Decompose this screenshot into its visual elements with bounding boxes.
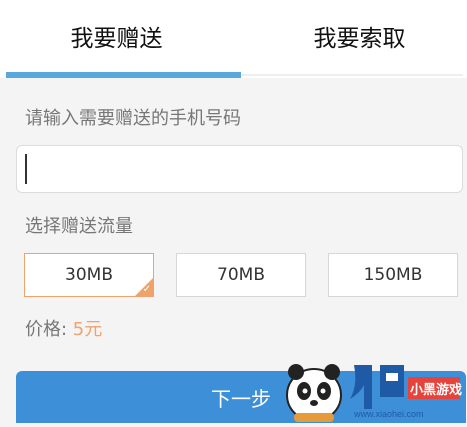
phone-label: 请输入需要赠送的手机号码	[25, 108, 241, 129]
tab-give-label: 我要赠送	[70, 26, 163, 52]
watermark: 小黑游戏 www.xiaohei.com	[276, 355, 467, 423]
watermark-brand: 小黑游戏	[410, 383, 463, 398]
tab-ask-label: 我要索取	[313, 26, 406, 52]
phone-input[interactable]	[16, 145, 463, 193]
option-70mb-label: 70MB	[217, 265, 265, 285]
option-150mb[interactable]: 150MB	[328, 253, 458, 297]
price-label: 价格:	[25, 319, 73, 340]
check-icon: ✓	[142, 284, 151, 295]
active-tab-indicator	[6, 72, 241, 78]
option-70mb[interactable]: 70MB	[176, 253, 306, 297]
price-row: 价格: 5元	[25, 315, 102, 341]
watermark-site: www.xiaohei.com	[354, 409, 424, 419]
tab-divider	[241, 74, 463, 76]
price-value: 5元	[72, 319, 103, 340]
text-cursor	[25, 154, 27, 184]
tab-bar: 我要赠送 我要索取	[0, 0, 467, 78]
flow-label: 选择赠送流量	[25, 216, 133, 237]
option-30mb-label: 30MB	[65, 265, 113, 285]
option-150mb-label: 150MB	[363, 265, 423, 285]
option-30mb[interactable]: 30MB ✓	[24, 253, 154, 297]
tab-ask[interactable]: 我要索取	[243, 0, 467, 72]
tab-give[interactable]: 我要赠送	[0, 0, 233, 72]
next-button-label: 下一步	[211, 386, 271, 411]
